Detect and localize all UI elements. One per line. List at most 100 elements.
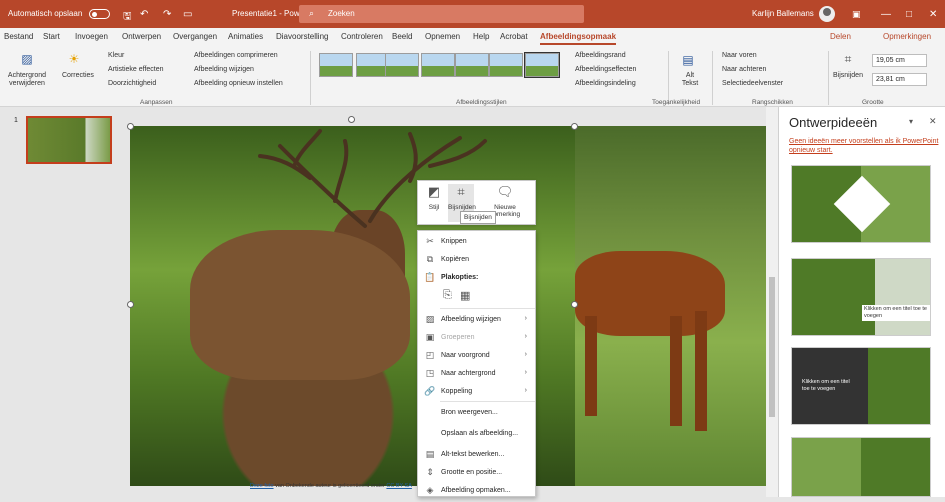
paste-keep-icon[interactable]: ▦ — [460, 289, 470, 302]
reset-picture-button[interactable]: Afbeelding opnieuw instellen — [194, 80, 283, 87]
minimize-icon[interactable]: — — [881, 9, 891, 20]
close-icon[interactable]: ✕ — [929, 9, 937, 20]
maximize-icon[interactable]: □ — [906, 9, 912, 20]
context-menu: ✂ Knippen ⧉ Kopiëren 📋 Plakopties: ⎘ ▦ ▨ Afb… — [417, 230, 536, 497]
menu-link[interactable]: 🔗 Koppeling › — [418, 381, 535, 403]
alt-text-icon[interactable]: ▤ — [678, 52, 698, 68]
style-icon: ◩ — [427, 184, 441, 199]
picture-layout-button[interactable]: Afbeeldingsindeling — [575, 80, 636, 87]
design-idea-2[interactable]: Klikken om een titel toe te voegen — [791, 258, 931, 336]
resize-handle[interactable] — [571, 301, 578, 308]
group-arrange-label: Rangschikken — [752, 99, 793, 106]
tab-bestand[interactable]: Bestand — [4, 32, 33, 41]
menu-view-source[interactable]: Bron weergeven... — [418, 402, 535, 424]
credit-link[interactable]: Deze foto — [250, 483, 274, 489]
tab-overgangen[interactable]: Overgangen — [173, 32, 217, 41]
group-size-label: Grootte — [862, 99, 884, 106]
rotate-handle[interactable] — [348, 116, 355, 123]
chevron-right-icon: › — [524, 333, 527, 340]
change-picture-button[interactable]: Afbeelding wijzigen — [194, 66, 254, 73]
picture-style-6[interactable] — [489, 53, 523, 77]
corrections-button[interactable]: Correcties — [62, 72, 94, 79]
design-idea-3[interactable]: Klikken om een titel toe te voegen — [791, 347, 931, 425]
link-icon: 🔗 — [424, 386, 436, 396]
close-icon[interactable]: ✕ — [929, 116, 937, 127]
horse-photo[interactable] — [575, 126, 770, 486]
title-bar: Automatisch opslaan 🖫 ↶ ↷ ▭ Presentatie1… — [0, 0, 945, 28]
alt-text-button[interactable]: Alt Tekst — [680, 72, 700, 88]
tab-invoegen[interactable]: Invoegen — [75, 32, 108, 41]
pane-title: Ontwerpideeën — [789, 115, 878, 130]
crop-button[interactable]: Bijsnijden — [833, 72, 863, 79]
horse-leg — [695, 311, 707, 431]
resize-handle[interactable] — [127, 123, 134, 130]
tab-acrobat[interactable]: Acrobat — [500, 32, 528, 41]
copy-icon: ⧉ — [426, 254, 434, 264]
picture-style-7[interactable] — [525, 53, 559, 77]
picture-style-5[interactable] — [455, 53, 489, 77]
menu-format-picture[interactable]: ◈ Afbeelding opmaken... — [418, 480, 535, 502]
redo-icon[interactable]: ↷ — [163, 9, 171, 20]
search-box[interactable]: ⌕ Zoeken — [299, 5, 584, 23]
slide-thumbnails-pane: 1 — [0, 107, 120, 497]
crop-icon[interactable]: ⌗ — [840, 51, 856, 67]
resize-handle[interactable] — [571, 123, 578, 130]
tab-beeld[interactable]: Beeld — [392, 32, 412, 41]
design-idea-4[interactable] — [791, 437, 931, 497]
menu-save-as-picture[interactable]: Opslaan als afbeelding... — [418, 423, 535, 445]
picture-style-3[interactable] — [385, 53, 419, 77]
autosave-toggle[interactable] — [89, 9, 110, 19]
scrollbar-thumb[interactable] — [769, 277, 775, 417]
picture-style-4[interactable] — [421, 53, 455, 77]
divider — [712, 51, 713, 105]
title-caption: Klikken om een titel toe te voegen — [802, 379, 850, 392]
artistic-effects-button[interactable]: Artistieke effecten — [108, 66, 164, 73]
selection-pane-button[interactable]: Selectiedeelvenster — [722, 80, 783, 87]
color-button[interactable]: Kleur — [108, 52, 124, 59]
picture-border-button[interactable]: Afbeeldingsrand — [575, 52, 626, 59]
tab-help[interactable]: Help — [473, 32, 489, 41]
width-field[interactable]: 23,81 cm — [872, 73, 927, 86]
picture-style-1[interactable] — [319, 53, 353, 77]
corrections-icon[interactable]: ☀ — [65, 51, 83, 67]
undo-icon[interactable]: ↶ — [140, 9, 148, 20]
crop-icon: ⌗ — [457, 184, 465, 199]
user-name[interactable]: Karlijn Ballemans — [752, 9, 814, 18]
divider — [310, 51, 311, 105]
remove-background-button[interactable]: Achtergrond verwijderen — [2, 72, 52, 88]
tab-ontwerpen[interactable]: Ontwerpen — [122, 32, 161, 41]
tab-afbeeldingsopmaak[interactable]: Afbeeldingsopmaak — [540, 32, 617, 45]
design-idea-1[interactable] — [791, 165, 931, 243]
license-link[interactable]: CC BY-SA — [386, 483, 411, 489]
save-icon[interactable]: 🖫 — [123, 9, 132, 26]
tab-opnemen[interactable]: Opnemen — [425, 32, 460, 41]
style-button[interactable]: ◩ Stijl — [421, 184, 447, 222]
tab-animaties[interactable]: Animaties — [228, 32, 263, 41]
pane-menu-icon[interactable]: ▾ — [909, 117, 913, 126]
present-icon[interactable]: ▭ — [183, 9, 192, 20]
tab-controleren[interactable]: Controleren — [341, 32, 383, 41]
tooltip: Bijsnijden — [460, 211, 496, 224]
resize-handle[interactable] — [127, 301, 134, 308]
comments-button[interactable]: Opmerkingen — [883, 32, 931, 41]
stop-suggestions-link[interactable]: Geen ideeën meer voorstellen als ik Powe… — [789, 137, 939, 155]
picture-effects-button[interactable]: Afbeeldingseffecten — [575, 66, 636, 73]
divider — [668, 51, 669, 105]
slide-thumbnail[interactable] — [26, 116, 112, 164]
vertical-scrollbar[interactable] — [766, 107, 778, 497]
tab-start[interactable]: Start — [43, 32, 60, 41]
group-styles-label: Afbeeldingsstijlen — [456, 99, 507, 106]
compress-button[interactable]: Afbeeldingen comprimeren — [194, 52, 278, 59]
credit-text: van Onbekende auteur is gelicentieerd on… — [275, 483, 385, 489]
remove-background-icon[interactable]: ▨ — [18, 51, 36, 67]
avatar[interactable] — [819, 6, 835, 22]
send-backward-button[interactable]: Naar achteren — [722, 66, 766, 73]
tab-diavoorstelling[interactable]: Diavoorstelling — [276, 32, 328, 41]
style-label: Stijl — [428, 204, 440, 211]
share-button[interactable]: Delen — [830, 32, 851, 41]
transparency-button[interactable]: Doorzichtigheid — [108, 80, 156, 87]
paste-picture-icon[interactable]: ⎘ — [443, 289, 452, 302]
ribbon-display-icon[interactable]: ▣ — [852, 9, 861, 20]
bring-forward-button[interactable]: Naar voren — [722, 52, 757, 59]
height-field[interactable]: 19,05 cm — [872, 54, 927, 67]
